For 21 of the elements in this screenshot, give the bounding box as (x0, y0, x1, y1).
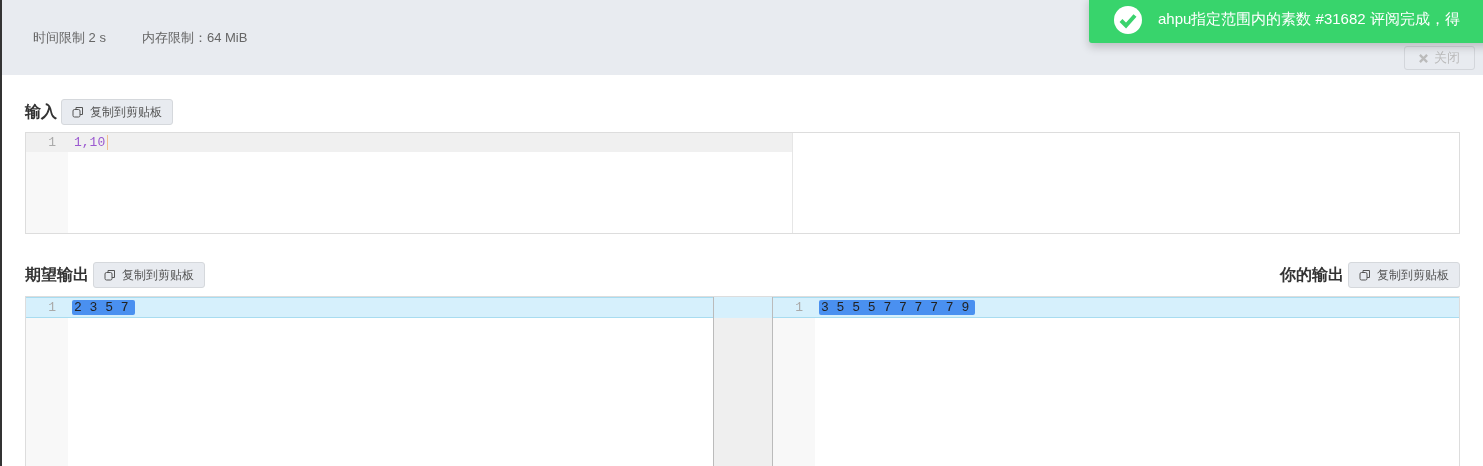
copy-button[interactable]: 复制到剪贴板 (93, 262, 205, 288)
close-icon (1419, 53, 1428, 63)
line-number: 1 (794, 300, 804, 315)
toast-message: ahpu指定范围内的素数 #31682 评阅完成，得 (1158, 10, 1460, 29)
time-limit: 时间限制 2 s (33, 28, 106, 47)
copy-icon (72, 106, 84, 118)
input-editor[interactable]: 1 1,10 (25, 132, 1460, 234)
code-line: 1,10 (73, 135, 107, 150)
line-number: 1 (47, 135, 57, 150)
section-title: 期望输出 (25, 264, 89, 285)
copy-icon (104, 269, 116, 281)
diff-editor[interactable]: 1 2 3 5 7 1 3 5 5 5 7 7 7 7 7 9 (25, 296, 1460, 466)
diff-change-marker (714, 297, 772, 318)
copy-icon (1359, 269, 1371, 281)
line-number: 1 (47, 300, 57, 315)
copy-button[interactable]: 复制到剪贴板 (61, 99, 173, 125)
copy-button[interactable]: 复制到剪贴板 (1348, 262, 1460, 288)
check-circle-icon (1113, 4, 1143, 35)
memory-limit: 内存限制：64 MiB (141, 28, 248, 47)
section-title: 你的输出 (1280, 264, 1344, 285)
section-title: 输入 (25, 101, 57, 122)
